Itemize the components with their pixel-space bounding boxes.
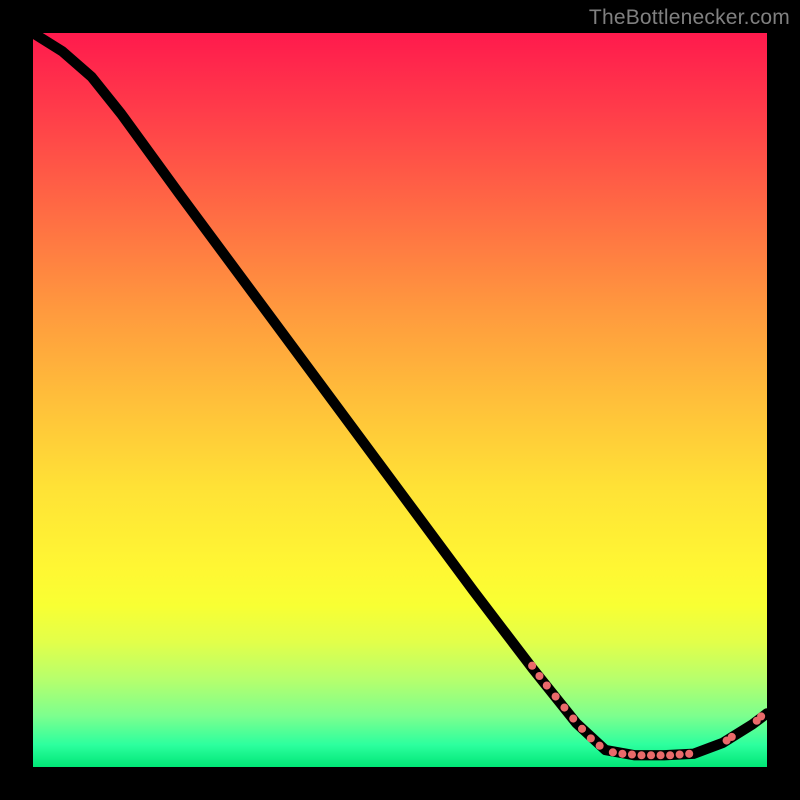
data-point <box>628 750 636 758</box>
data-point <box>569 715 577 723</box>
data-point <box>676 750 684 758</box>
data-point <box>560 704 568 712</box>
chart-container: TheBottlenecker.com <box>0 0 800 800</box>
data-point <box>618 750 626 758</box>
watermark-text: TheBottlenecker.com <box>589 6 790 30</box>
plot-svg <box>33 33 767 767</box>
data-point <box>647 751 655 759</box>
data-point <box>578 725 586 733</box>
data-point <box>757 712 765 720</box>
data-point <box>552 692 560 700</box>
data-point <box>543 681 551 689</box>
data-point <box>657 751 665 759</box>
curve-line <box>33 33 767 755</box>
plot-area <box>33 33 767 767</box>
data-point <box>666 751 674 759</box>
data-point <box>609 748 617 756</box>
data-point <box>728 733 736 741</box>
data-point <box>587 734 595 742</box>
data-point <box>596 742 604 750</box>
data-point <box>685 750 693 758</box>
data-point <box>528 662 536 670</box>
data-point <box>535 672 543 680</box>
data-point <box>637 751 645 759</box>
